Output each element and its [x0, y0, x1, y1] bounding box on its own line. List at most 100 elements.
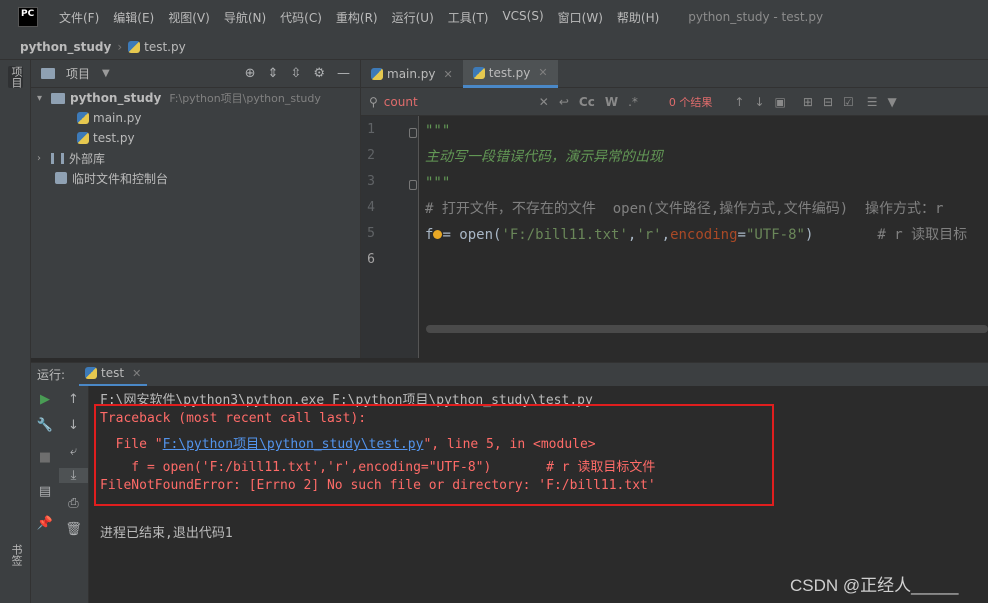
- code-token: 'r': [636, 227, 662, 243]
- code-line-5: f = open('F:/bill11.txt','r',encoding="UT…: [425, 222, 967, 248]
- soft-wrap-icon[interactable]: ⤶: [59, 444, 88, 459]
- gear-icon[interactable]: ⚙: [313, 66, 325, 81]
- code-line-3: """: [425, 175, 451, 191]
- close-icon[interactable]: ✕: [444, 68, 453, 81]
- fold-marker-icon[interactable]: [409, 180, 417, 190]
- print-icon[interactable]: ⎙: [59, 496, 88, 511]
- code-token: =: [737, 227, 746, 243]
- rerun-icon[interactable]: ▶: [31, 392, 59, 407]
- close-icon[interactable]: ✕: [538, 66, 547, 79]
- regex-icon[interactable]: .*: [628, 95, 638, 109]
- run-panel-header: 运行: test ✕: [31, 362, 988, 387]
- menu-code[interactable]: 代码(C): [273, 9, 329, 26]
- window-title: python_study - test.py: [688, 10, 824, 24]
- bookmarks-tool-button[interactable]: 书签: [8, 544, 23, 566]
- history-icon[interactable]: ↩: [559, 95, 569, 109]
- match-case-icon[interactable]: Cc: [579, 95, 595, 109]
- run-tab-test[interactable]: test ✕: [79, 363, 148, 387]
- menu-window[interactable]: 窗口(W): [551, 9, 610, 26]
- fold-marker-icon[interactable]: [409, 128, 417, 138]
- chevron-down-icon[interactable]: ▾: [37, 93, 51, 104]
- folder-icon: [51, 92, 65, 104]
- arrow-up-icon[interactable]: ↑: [734, 95, 744, 109]
- search-icon: ⚲: [369, 94, 378, 109]
- pin-icon[interactable]: 📌: [31, 516, 59, 531]
- menu-edit[interactable]: 编辑(E): [106, 9, 161, 26]
- line-number: 5: [367, 226, 375, 241]
- arrow-up-icon[interactable]: ↑: [59, 392, 88, 407]
- filter-icon[interactable]: ▼: [888, 95, 897, 109]
- breadcrumb-project[interactable]: python_study: [20, 40, 111, 54]
- project-panel-title[interactable]: 项目: [66, 65, 90, 82]
- select-all-occurrences-icon[interactable]: ☑: [843, 95, 854, 109]
- code-token: ,: [661, 227, 671, 243]
- tree-file-main[interactable]: main.py: [77, 108, 142, 128]
- menu-bar: 文件(F) 编辑(E) 视图(V) 导航(N) 代码(C) 重构(R) 运行(U…: [52, 9, 666, 26]
- menu-tools[interactable]: 工具(T): [441, 9, 496, 26]
- tab-test-py[interactable]: test.py ✕: [462, 60, 558, 88]
- menu-file[interactable]: 文件(F): [52, 9, 106, 26]
- code-line-4: # 打开文件，不存在的文件 open(文件路径,操作方式,文件编码) 操作方式：…: [425, 201, 944, 217]
- project-tool-button[interactable]: 项目: [8, 66, 23, 88]
- find-bar: ⚲ count ✕ ↩ Cc W .* 0 个结果 ↑ ↓ ▣ ⊞ ⊟ ☑ ☰ …: [361, 88, 988, 116]
- line-number: 2: [367, 148, 375, 163]
- remove-occurrence-icon[interactable]: ⊟: [823, 95, 833, 109]
- line-number: 4: [367, 200, 375, 215]
- horizontal-scrollbar[interactable]: [426, 325, 988, 333]
- tree-external-libraries[interactable]: › 外部库: [37, 148, 105, 168]
- trash-icon[interactable]: 🗑: [59, 522, 88, 537]
- line-number: 3: [367, 174, 375, 189]
- chevron-right-icon: ›: [117, 39, 123, 54]
- close-icon[interactable]: ✕: [132, 367, 141, 380]
- run-toolbar-primary: ▶ 🔧 ■ ▤ 📌: [31, 386, 59, 603]
- tab-label: main.py: [387, 67, 436, 81]
- scratch-icon: [55, 172, 67, 184]
- code-token: "UTF-8": [745, 227, 805, 243]
- filter-settings-icon[interactable]: ☰: [867, 95, 878, 109]
- code-token: open(: [459, 227, 502, 243]
- whole-word-icon[interactable]: W: [605, 95, 618, 109]
- run-tab-label: test: [101, 366, 125, 380]
- breadcrumb-file[interactable]: test.py: [144, 40, 186, 54]
- clear-icon[interactable]: ✕: [539, 95, 549, 109]
- add-occurrence-icon[interactable]: ⊞: [803, 95, 813, 109]
- code-editor[interactable]: """ 主动写一段错误代码，演示异常的出现 """ # 打开文件，不存在的文件 …: [419, 116, 988, 358]
- menu-refactor[interactable]: 重构(R): [329, 9, 385, 26]
- python-file-icon: [128, 40, 141, 53]
- chevron-down-icon[interactable]: ▼: [102, 68, 110, 79]
- minimize-icon[interactable]: —: [337, 66, 350, 81]
- expand-all-icon[interactable]: ⇕: [268, 66, 279, 81]
- tree-scratches[interactable]: 临时文件和控制台: [55, 168, 168, 188]
- search-input[interactable]: count: [384, 95, 534, 109]
- layout-icon[interactable]: ▤: [31, 484, 59, 499]
- scratches-label: 临时文件和控制台: [72, 171, 169, 186]
- tab-main-py[interactable]: main.py ✕: [361, 60, 463, 88]
- arrow-down-icon[interactable]: ↓: [754, 95, 764, 109]
- tree-file-test[interactable]: test.py: [77, 128, 135, 148]
- stop-icon[interactable]: ■: [31, 450, 59, 465]
- arrow-down-icon[interactable]: ↓: [59, 418, 88, 433]
- menu-run[interactable]: 运行(U): [385, 9, 441, 26]
- scroll-to-end-icon[interactable]: ⤓: [59, 468, 88, 483]
- code-line-2: 主动写一段错误代码，演示异常的出现: [425, 149, 663, 165]
- python-file-icon: [77, 112, 89, 124]
- menu-view[interactable]: 视图(V): [161, 9, 217, 26]
- project-panel-header: 项目 ▼ ⊕ ⇕ ⇳ ⚙ —: [31, 60, 360, 88]
- watermark: CSDN @正经人_____: [790, 576, 959, 595]
- open-in-window-icon[interactable]: ▣: [775, 95, 786, 109]
- menu-navigate[interactable]: 导航(N): [217, 9, 273, 26]
- python-file-icon: [371, 68, 383, 80]
- tree-root-folder[interactable]: ▾ python_study F:\python项目\python_study: [37, 88, 321, 108]
- project-root-path: F:\python项目\python_study: [169, 92, 321, 105]
- run-panel-label: 运行:: [37, 368, 66, 382]
- menu-vcs[interactable]: VCS(S): [495, 9, 550, 26]
- code-comment: # r 读取目标: [877, 227, 968, 243]
- collapse-all-icon[interactable]: ⇳: [290, 66, 301, 81]
- tab-label: test.py: [488, 65, 531, 80]
- locate-icon[interactable]: ⊕: [245, 66, 256, 81]
- menu-help[interactable]: 帮助(H): [610, 9, 666, 26]
- run-toolbar-secondary: ↑ ↓ ⤶ ⤓ ⎙ 🗑: [59, 386, 89, 603]
- line-number: 1: [367, 122, 375, 137]
- chevron-right-icon[interactable]: ›: [37, 153, 51, 164]
- wrench-icon[interactable]: 🔧: [31, 418, 59, 433]
